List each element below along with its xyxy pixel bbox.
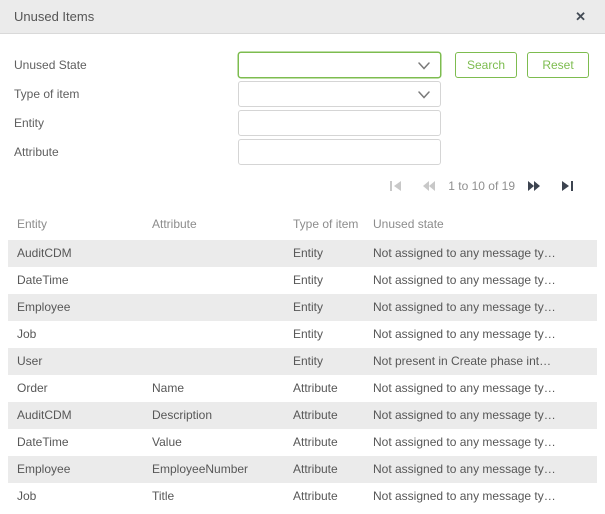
table-cell: Description — [152, 408, 213, 422]
reset-button[interactable]: Reset — [527, 52, 589, 78]
table-cell: Not assigned to any message ty… — [373, 435, 556, 449]
type-of-item-label: Type of item — [14, 87, 80, 101]
filter-row-type-of-item: Type of item — [0, 81, 605, 107]
previous-page-icon[interactable] — [422, 180, 436, 192]
table-cell: Attribute — [293, 462, 338, 476]
table-cell: EmployeeNumber — [152, 462, 249, 476]
table-cell: Order — [17, 381, 48, 395]
table-cell: Not assigned to any message ty… — [373, 246, 556, 260]
table-row[interactable]: Job Entity Not assigned to any message ty… — [8, 321, 597, 348]
type-of-item-select[interactable] — [238, 81, 441, 107]
table-cell: Attribute — [293, 435, 338, 449]
table-cell: Not assigned to any message ty… — [373, 489, 556, 503]
table-header: Entity Attribute Type of item Unused sta… — [0, 212, 605, 236]
column-header-entity[interactable]: Entity — [17, 212, 47, 236]
table-cell: DateTime — [17, 435, 69, 449]
table-row[interactable]: Employee Entity Not assigned to any messag… — [8, 294, 597, 321]
pagination-range: 1 to 10 of 19 — [448, 179, 515, 193]
table-cell: DateTime — [17, 273, 69, 287]
table-cell: Employee — [17, 300, 71, 314]
unused-items-dialog: Unused Items ✕ Unused State Type of item… — [0, 0, 605, 514]
pagination: 1 to 10 of 19 — [389, 174, 574, 198]
table-cell: User — [17, 354, 43, 368]
attribute-input[interactable] — [238, 139, 441, 165]
column-header-unused-state[interactable]: Unused state — [373, 212, 444, 236]
table-cell: Entity — [293, 300, 324, 314]
table-cell: Not present in Create phase int… — [373, 354, 552, 368]
close-icon[interactable]: ✕ — [575, 0, 586, 33]
search-button[interactable]: Search — [455, 52, 517, 78]
table-cell: Not assigned to any message ty… — [373, 300, 556, 314]
attribute-label: Attribute — [14, 145, 59, 159]
chevron-down-icon — [418, 91, 430, 99]
table-body: AuditCDM Entity Not assigned to any messag… — [8, 240, 597, 510]
column-header-attribute[interactable]: Attribute — [152, 212, 197, 236]
table-cell: Value — [152, 435, 182, 449]
table-cell: Attribute — [293, 489, 338, 503]
column-header-type-of-item[interactable]: Type of item — [293, 212, 358, 236]
table-cell: Not assigned to any message ty… — [373, 408, 556, 422]
table-cell: Entity — [293, 246, 324, 260]
table-cell: Entity — [293, 354, 324, 368]
table-cell: Title — [152, 489, 175, 503]
table-cell: Attribute — [293, 408, 338, 422]
table-cell: Job — [17, 489, 37, 503]
entity-input[interactable] — [238, 110, 441, 136]
dialog-header: Unused Items ✕ — [0, 0, 605, 34]
filter-row-entity: Entity — [0, 110, 605, 136]
first-page-icon[interactable] — [389, 180, 402, 192]
table-cell: Job — [17, 327, 37, 341]
table-row[interactable]: Order Name Attribute Not assigned to any me… — [8, 375, 597, 402]
dialog-title: Unused Items — [14, 9, 95, 24]
next-page-icon[interactable] — [527, 180, 541, 192]
table-cell: Not assigned to any message ty… — [373, 327, 556, 341]
table-cell: AuditCDM — [17, 408, 72, 422]
table-cell: Not assigned to any message ty… — [373, 462, 556, 476]
filter-actions: Search Reset — [0, 52, 605, 78]
table-row[interactable]: DateTime Entity Not assigned to any messag… — [8, 267, 597, 294]
table-row[interactable]: Job Title Attribute Not assigned to any mes… — [8, 483, 597, 510]
table-row[interactable]: Employee EmployeeNumber Attribute Not assig… — [8, 456, 597, 483]
table-cell: Entity — [293, 273, 324, 287]
table-cell: Attribute — [293, 381, 338, 395]
table-cell: AuditCDM — [17, 246, 72, 260]
table-cell: Name — [152, 381, 185, 395]
last-page-icon[interactable] — [561, 180, 574, 192]
table-cell: Entity — [293, 327, 324, 341]
table-cell: Not assigned to any message ty… — [373, 273, 556, 287]
table-row[interactable]: DateTime Value Attribute Not assigned to an… — [8, 429, 597, 456]
table-cell: Employee — [17, 462, 71, 476]
table-row[interactable]: AuditCDM Description Attribute Not assigned… — [8, 402, 597, 429]
table-row[interactable]: User Entity Not present in Create phase in… — [8, 348, 597, 375]
filter-row-attribute: Attribute — [0, 139, 605, 165]
table-cell: Not assigned to any message ty… — [373, 381, 556, 395]
table-row[interactable]: AuditCDM Entity Not assigned to any messag… — [8, 240, 597, 267]
entity-label: Entity — [14, 116, 45, 130]
